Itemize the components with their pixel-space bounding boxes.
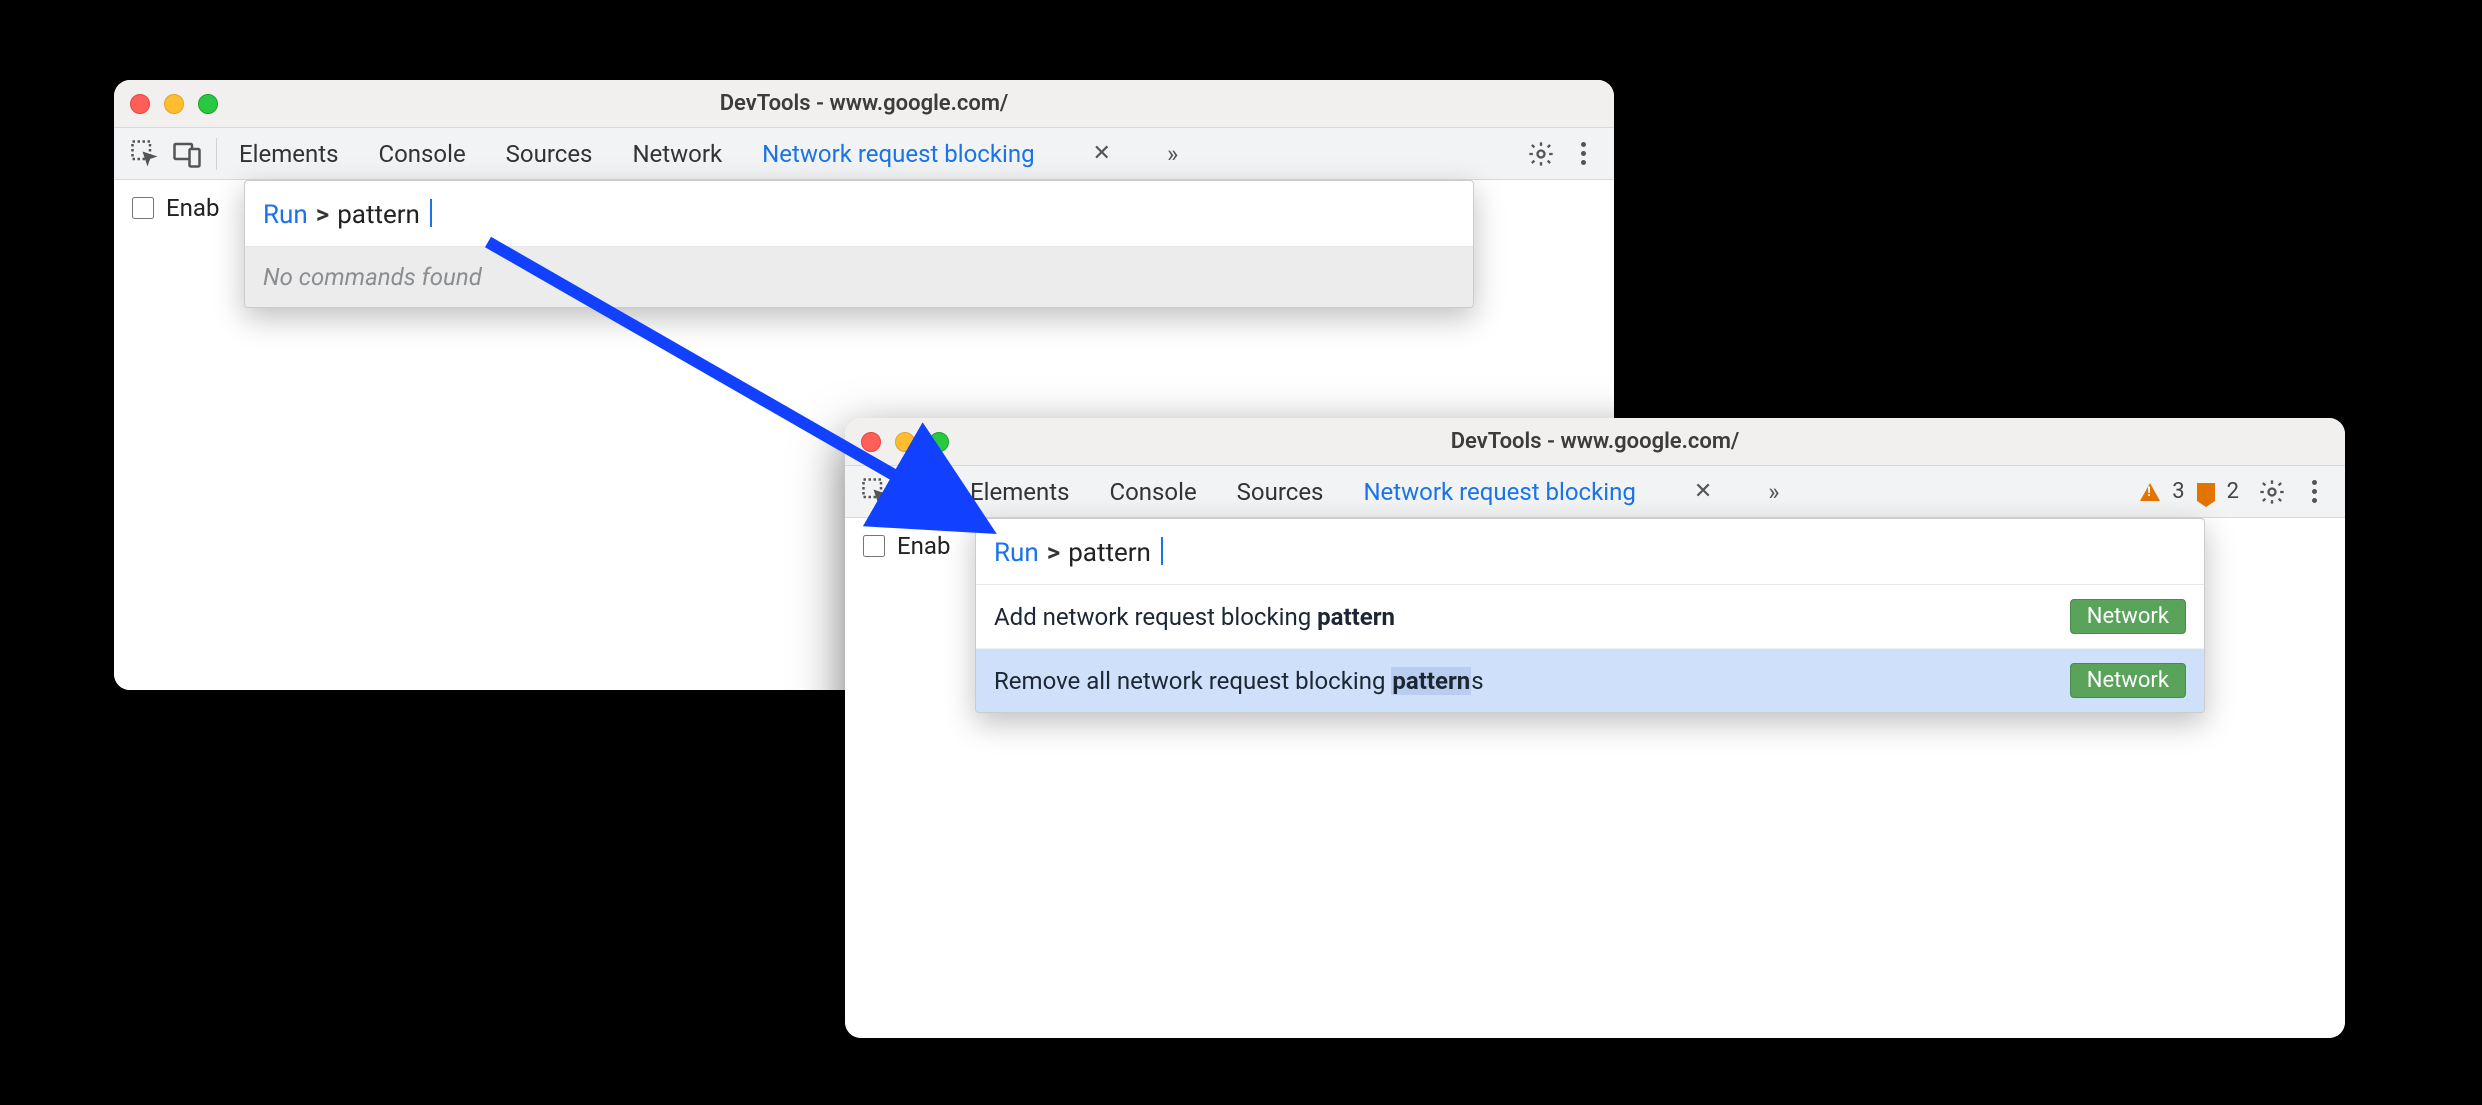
command-menu-input[interactable]: Run > pattern — [976, 519, 2204, 585]
toggle-device-toolbar-icon[interactable] — [168, 135, 206, 173]
command-run-prefix: Run — [263, 200, 308, 230]
command-item-label: Remove all network request blocking patt… — [994, 667, 1484, 695]
command-menu-results: Add network request blocking pattern Net… — [976, 585, 2204, 712]
command-item-category-pill: Network — [2070, 663, 2186, 698]
devtools-window-after: DevTools - www.google.com/ Elements Cons… — [845, 418, 2345, 1038]
panel-tabs: Elements Console Sources Network Network… — [229, 140, 1172, 168]
window-titlebar: DevTools - www.google.com/ — [114, 80, 1614, 128]
tab-console[interactable]: Console — [378, 140, 465, 168]
text-caret-icon — [430, 199, 432, 227]
issues-count: 2 — [2227, 479, 2239, 504]
tab-elements[interactable]: Elements — [970, 478, 1069, 506]
warning-triangle-icon — [2140, 483, 2160, 501]
more-options-kebab-icon[interactable] — [2295, 473, 2333, 511]
minimize-window-button[interactable] — [895, 432, 915, 452]
traffic-lights — [130, 94, 218, 114]
window-title: DevTools - www.google.com/ — [845, 429, 2345, 454]
tab-console[interactable]: Console — [1109, 478, 1196, 506]
panel-tabs: Elements Console Sources Network request… — [960, 478, 1774, 506]
command-menu: Run > pattern Add network request blockin… — [975, 518, 2205, 713]
toggle-device-toolbar-icon[interactable] — [899, 473, 937, 511]
close-tab-icon[interactable]: ✕ — [1093, 141, 1111, 166]
window-titlebar: DevTools - www.google.com/ — [845, 418, 2345, 466]
issues-flag-icon — [2197, 483, 2215, 501]
enable-blocking-checkbox[interactable] — [132, 197, 154, 219]
tab-sources[interactable]: Sources — [1237, 478, 1324, 506]
more-tabs-icon[interactable]: » — [1768, 478, 1773, 506]
enable-blocking-label: Enab — [166, 194, 219, 222]
command-query-text: pattern — [337, 200, 420, 230]
devtools-toolbar: Elements Console Sources Network request… — [845, 466, 2345, 518]
tab-sources[interactable]: Sources — [506, 140, 593, 168]
inspect-element-icon[interactable] — [126, 135, 164, 173]
window-title: DevTools - www.google.com/ — [114, 91, 1614, 116]
enable-blocking-checkbox[interactable] — [863, 535, 885, 557]
more-tabs-icon[interactable]: » — [1167, 140, 1172, 168]
warning-count: 3 — [2172, 479, 2184, 504]
traffic-lights — [861, 432, 949, 452]
settings-gear-icon[interactable] — [1522, 135, 1560, 173]
close-window-button[interactable] — [130, 94, 150, 114]
tab-network-request-blocking[interactable]: Network request blocking — [1363, 478, 1635, 506]
more-options-kebab-icon[interactable] — [1564, 135, 1602, 173]
panel-content: Enab Run > pattern Add network request bl… — [845, 518, 2345, 1038]
command-item-remove-all-patterns[interactable]: Remove all network request blocking patt… — [976, 648, 2204, 712]
command-menu-empty-state: No commands found — [245, 247, 1473, 307]
zoom-window-button[interactable] — [198, 94, 218, 114]
toolbar-separator — [216, 138, 217, 170]
devtools-toolbar: Elements Console Sources Network Network… — [114, 128, 1614, 180]
command-run-prefix: Run — [994, 538, 1039, 568]
zoom-window-button[interactable] — [929, 432, 949, 452]
settings-gear-icon[interactable] — [2253, 473, 2291, 511]
command-chevron-icon: > — [1047, 538, 1060, 568]
tab-elements[interactable]: Elements — [239, 140, 338, 168]
command-chevron-icon: > — [316, 200, 329, 230]
command-query-text: pattern — [1068, 538, 1151, 568]
command-menu: Run > pattern No commands found — [244, 180, 1474, 308]
enable-blocking-label: Enab — [897, 532, 950, 560]
toolbar-separator — [947, 476, 948, 508]
minimize-window-button[interactable] — [164, 94, 184, 114]
command-item-label: Add network request blocking pattern — [994, 603, 1395, 631]
text-caret-icon — [1161, 537, 1163, 565]
inspect-element-icon[interactable] — [857, 473, 895, 511]
close-window-button[interactable] — [861, 432, 881, 452]
command-item-category-pill: Network — [2070, 599, 2186, 634]
tab-network[interactable]: Network — [632, 140, 722, 168]
close-tab-icon[interactable]: ✕ — [1694, 479, 1712, 504]
command-item-add-pattern[interactable]: Add network request blocking pattern Net… — [976, 585, 2204, 648]
tab-network-request-blocking[interactable]: Network request blocking — [762, 140, 1034, 168]
command-menu-input[interactable]: Run > pattern — [245, 181, 1473, 247]
issue-counts[interactable]: 3 2 — [2140, 479, 2239, 504]
